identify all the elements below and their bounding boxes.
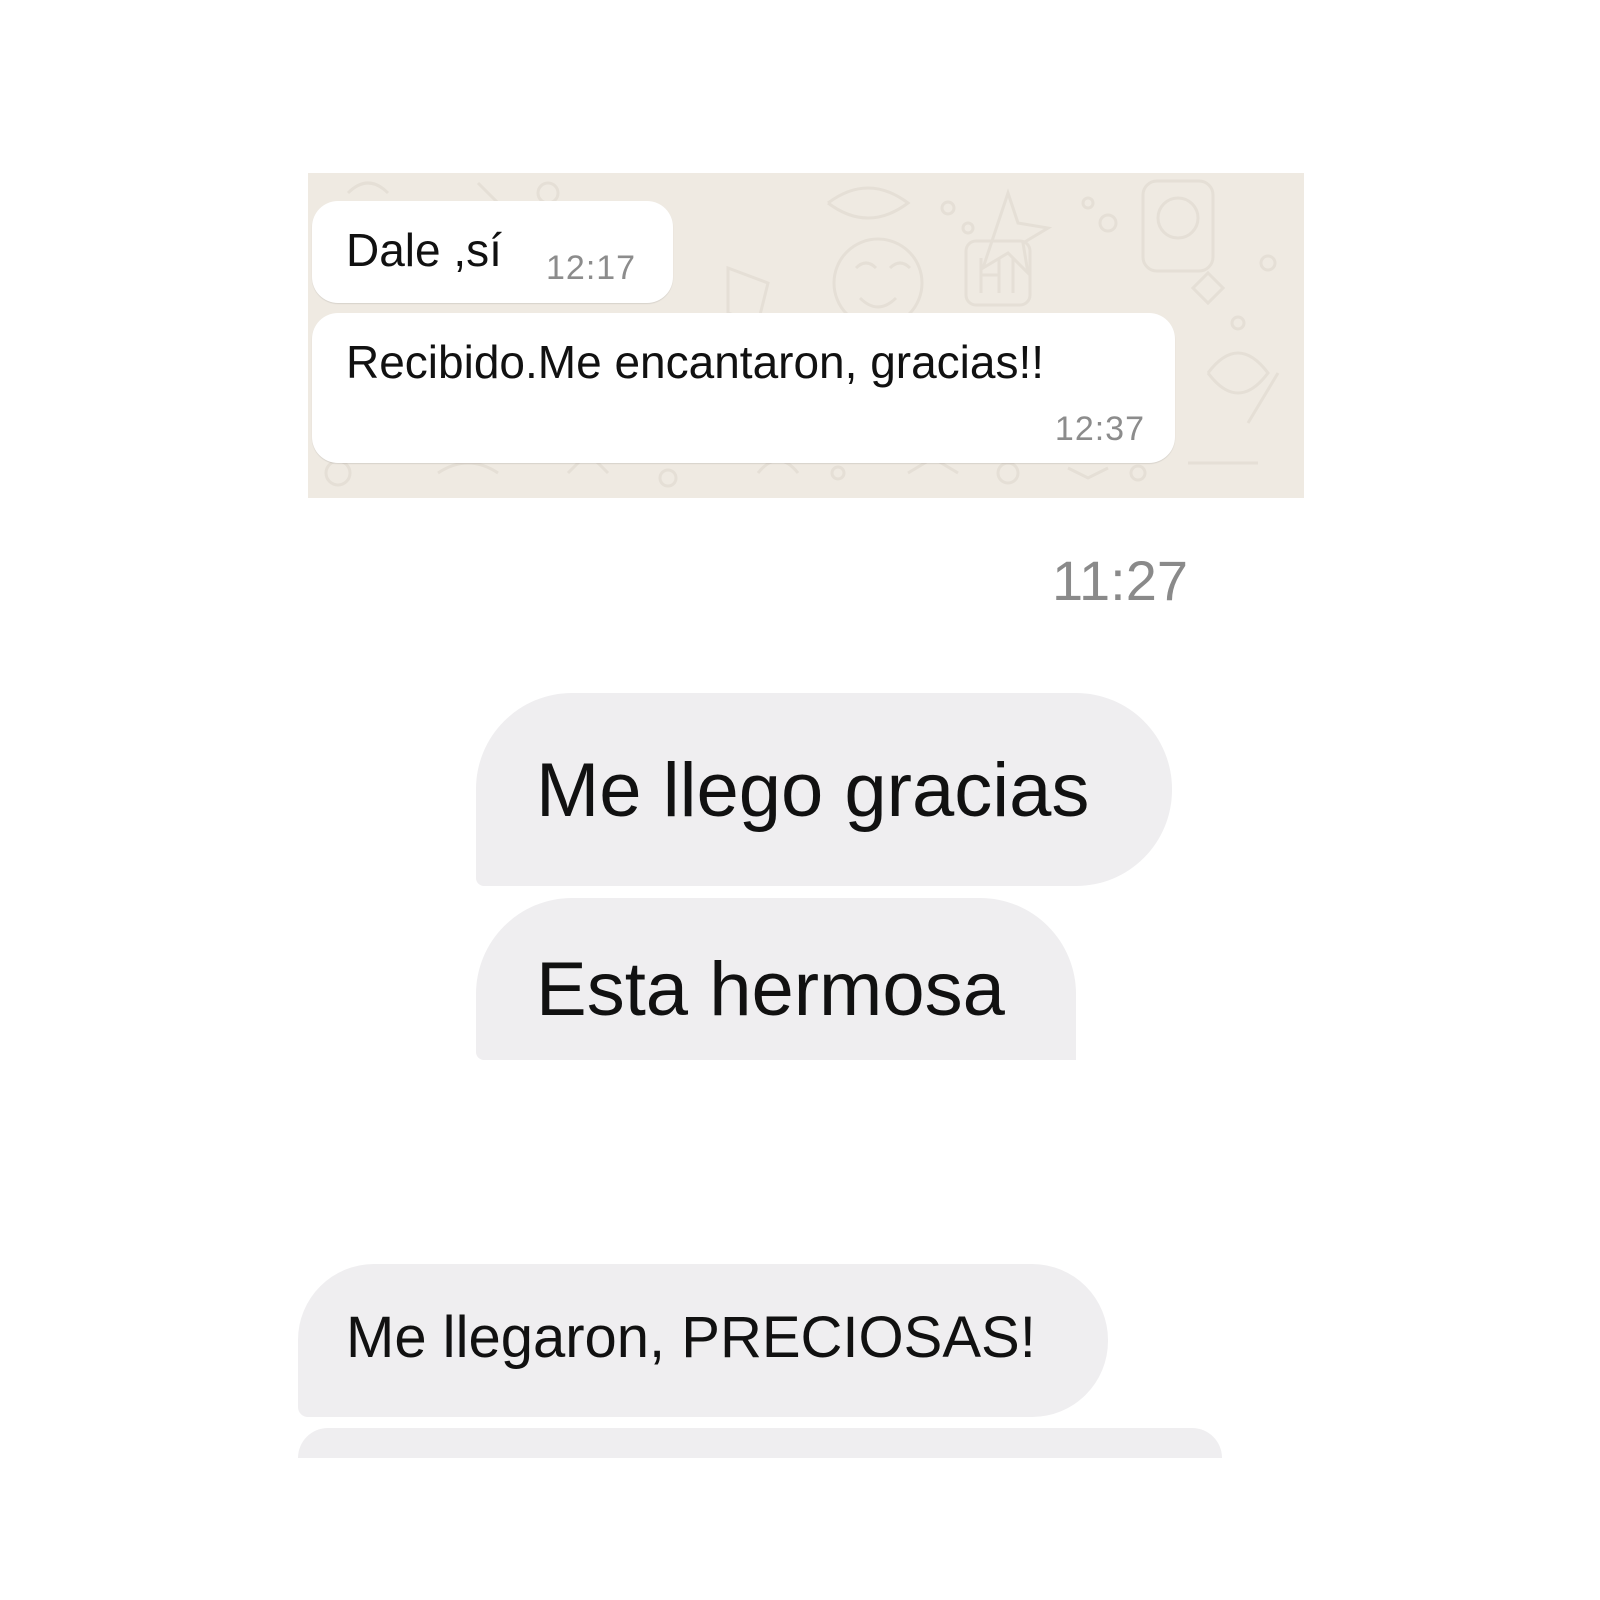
message-text: Me llegaron, PRECIOSAS! [346, 1305, 1036, 1370]
message-timestamp: 12:17 [546, 249, 637, 287]
message-text: Esta hermosa [536, 947, 1005, 1032]
message-bubble-incoming[interactable]: Dale ,sí 12:17 [312, 201, 673, 303]
message-text: Recibido.Me encantaron, gracias!! [346, 336, 1045, 388]
whatsapp-chat-screenshot: Dale ,sí 12:17 Recibido.Me encantaron, g… [308, 173, 1304, 498]
message-bubble-incoming-cropped[interactable] [298, 1428, 1222, 1458]
message-bubble-incoming[interactable]: Me llego gracias [476, 693, 1172, 886]
message-text: Dale ,sí [346, 224, 502, 276]
message-text: Me llego gracias [536, 748, 1090, 833]
message-bubble-incoming[interactable]: Recibido.Me encantaron, gracias!! 12:37 [312, 313, 1175, 463]
message-bubble-incoming[interactable]: Me llegaron, PRECIOSAS! [298, 1264, 1108, 1417]
conversation-timestamp: 11:27 [1052, 549, 1188, 612]
message-timestamp: 12:37 [1054, 410, 1145, 448]
message-bubble-incoming[interactable]: Esta hermosa [476, 898, 1076, 1060]
